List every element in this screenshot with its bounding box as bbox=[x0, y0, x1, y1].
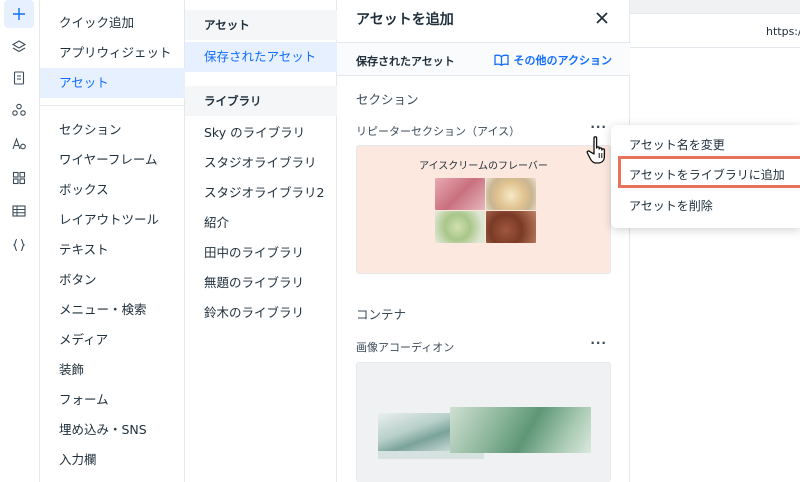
asset-thumbnail-repeater[interactable]: アイスクリームのフレーバー bbox=[356, 145, 611, 274]
highlight-box bbox=[618, 156, 800, 188]
category-buttons[interactable]: ボタン bbox=[40, 265, 185, 295]
table-icon bbox=[12, 205, 26, 217]
app-market-button[interactable] bbox=[4, 164, 34, 192]
assets-subcategory-column: アセット 保存されたアセット ライブラリ Sky のライブラリ スタジオライブラ… bbox=[185, 0, 337, 482]
add-categories-column: クイック追加 アプリウィジェット アセット セクション ワイヤーフレーム ボック… bbox=[40, 0, 185, 482]
add-icon bbox=[13, 8, 25, 20]
library-item[interactable]: スタジオライブラリ2 bbox=[185, 178, 337, 208]
add-assets-panel: アセットを追加 保存されたアセット その他のアクション セクション リピーターセ… bbox=[337, 0, 630, 482]
more-actions-label: その他のアクション bbox=[513, 54, 612, 67]
library-item[interactable]: 無題のライブラリ bbox=[185, 268, 337, 298]
more-actions-dots[interactable]: ··· bbox=[590, 336, 607, 350]
category-boxes[interactable]: ボックス bbox=[40, 175, 185, 205]
layers-icon bbox=[11, 40, 27, 53]
code-button[interactable] bbox=[4, 231, 34, 259]
close-icon bbox=[596, 12, 608, 24]
library-item[interactable]: 鈴木のライブラリ bbox=[185, 298, 337, 328]
thumbnail-title: アイスクリームのフレーバー bbox=[419, 161, 548, 172]
close-button[interactable] bbox=[593, 9, 611, 27]
category-forms[interactable]: フォーム bbox=[40, 385, 185, 415]
asset-context-menu: アセット名を変更 アセットをライブラリに追加 アセットを削除 bbox=[611, 125, 800, 228]
saved-assets-item[interactable]: 保存されたアセット bbox=[185, 42, 337, 72]
category-wireframes[interactable]: ワイヤーフレーム bbox=[40, 145, 185, 175]
ice-cream-image bbox=[435, 178, 485, 210]
theme-button[interactable] bbox=[4, 130, 34, 158]
ice-cream-image bbox=[486, 211, 536, 243]
library-item[interactable]: 田中のライブラリ bbox=[185, 238, 337, 268]
category-layout-tools[interactable]: レイアウトツール bbox=[40, 205, 185, 235]
url-text: https:// bbox=[766, 25, 800, 38]
category-media[interactable]: メディア bbox=[40, 325, 185, 355]
section-heading: セクション bbox=[356, 92, 419, 107]
fabric-image bbox=[450, 407, 591, 453]
category-quick-add[interactable]: クイック追加 bbox=[40, 8, 185, 38]
category-sections[interactable]: セクション bbox=[40, 115, 185, 145]
ice-cream-image bbox=[486, 178, 536, 210]
more-actions-dots[interactable]: ··· bbox=[590, 120, 607, 134]
library-header: ライブラリ bbox=[185, 86, 337, 116]
asset-name: 画像アコーディオン bbox=[356, 341, 455, 354]
category-menu-search[interactable]: メニュー・検索 bbox=[40, 295, 185, 325]
category-embed-social[interactable]: 埋め込み・SNS bbox=[40, 415, 185, 445]
delete-asset-menu-item[interactable]: アセットを削除 bbox=[611, 191, 800, 221]
page-icon bbox=[13, 71, 25, 85]
category-assets[interactable]: アセット bbox=[40, 68, 185, 98]
grid-icon bbox=[12, 171, 26, 185]
asset-thumbnail-accordion[interactable] bbox=[356, 362, 611, 482]
ice-cream-image bbox=[435, 211, 485, 243]
saved-assets-bar: 保存されたアセット その他のアクション bbox=[337, 42, 630, 76]
code-icon bbox=[12, 238, 26, 252]
asset-name: リピーターセクション（アイス） bbox=[356, 125, 521, 138]
more-actions-button[interactable]: その他のアクション bbox=[493, 52, 612, 68]
pages-button[interactable] bbox=[4, 64, 34, 92]
apps-icon bbox=[12, 103, 26, 116]
assets-header: アセット bbox=[185, 10, 337, 40]
category-app-widgets[interactable]: アプリウィジェット bbox=[40, 38, 185, 68]
category-text[interactable]: テキスト bbox=[40, 235, 185, 265]
hand-cursor-icon bbox=[586, 136, 606, 164]
library-item[interactable]: 紹介 bbox=[185, 208, 337, 238]
apps-button[interactable] bbox=[4, 96, 34, 124]
icon-rail bbox=[0, 0, 40, 482]
saved-assets-label: 保存されたアセット bbox=[356, 55, 455, 68]
library-item[interactable]: スタジオライブラリ bbox=[185, 148, 337, 178]
divider bbox=[40, 105, 185, 106]
add-elements-button[interactable] bbox=[4, 0, 34, 28]
layers-button[interactable] bbox=[4, 33, 34, 61]
category-decorative[interactable]: 装飾 bbox=[40, 355, 185, 385]
editor-top-bar bbox=[630, 0, 800, 14]
section-heading: コンテナ bbox=[356, 307, 407, 322]
library-item[interactable]: Sky のライブラリ bbox=[185, 118, 337, 148]
category-input[interactable]: 入力欄 bbox=[40, 445, 185, 475]
book-icon bbox=[493, 54, 509, 66]
theme-icon bbox=[12, 137, 26, 150]
panel-title: アセットを追加 bbox=[356, 12, 454, 28]
cms-button[interactable] bbox=[4, 197, 34, 225]
